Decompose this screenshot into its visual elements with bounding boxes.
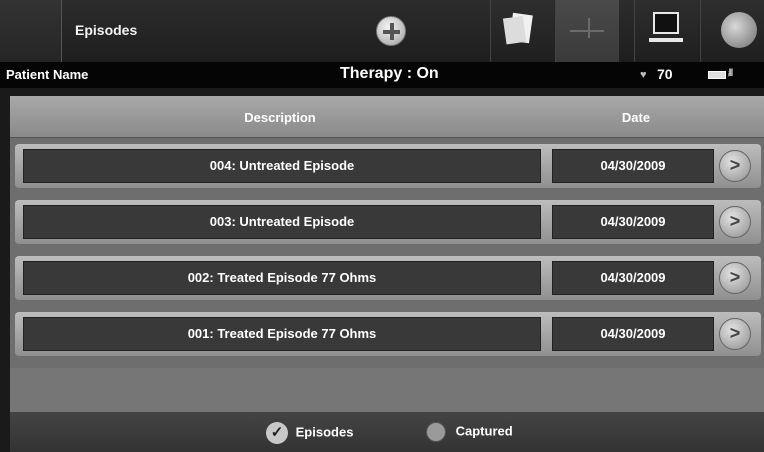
battery-icon bbox=[708, 71, 726, 79]
radio-unchecked-icon[interactable] bbox=[426, 422, 446, 442]
chevron-right-icon[interactable]: > bbox=[719, 150, 751, 182]
menu-area[interactable] bbox=[0, 0, 62, 62]
episode-description[interactable]: 004: Untreated Episode bbox=[23, 149, 541, 183]
signal-icon: ᵢlll bbox=[728, 68, 733, 79]
table-row[interactable]: 001: Treated Episode 77 Ohms 04/30/2009 … bbox=[15, 312, 761, 356]
computer-icon bbox=[649, 12, 683, 42]
top-bar: Episodes bbox=[0, 0, 764, 62]
table-row[interactable]: 003: Untreated Episode 04/30/2009 > bbox=[15, 200, 761, 244]
column-description: Description bbox=[244, 110, 316, 125]
episodes-filter[interactable]: ✓ Episodes bbox=[266, 422, 353, 444]
episode-date[interactable]: 04/30/2009 bbox=[552, 261, 714, 295]
chevron-right-icon[interactable]: > bbox=[719, 318, 751, 350]
empty-list-area bbox=[10, 368, 764, 412]
notes-button[interactable] bbox=[490, 0, 554, 62]
checkmark-icon[interactable]: ✓ bbox=[266, 422, 288, 444]
plus-circle-icon[interactable] bbox=[376, 16, 406, 46]
ecg-icon bbox=[570, 18, 604, 38]
patient-name: Patient Name bbox=[6, 67, 89, 82]
episodes-panel: Description Date 004: Untreated Episode … bbox=[10, 96, 764, 452]
heart-rate: 70 bbox=[657, 66, 673, 82]
page-title: Episodes bbox=[75, 22, 138, 38]
episode-date[interactable]: 04/30/2009 bbox=[552, 149, 714, 183]
captured-filter-label: Captured bbox=[455, 423, 513, 439]
chevron-right-icon[interactable]: > bbox=[719, 206, 751, 238]
table-header: Description Date bbox=[10, 96, 764, 138]
heart-icon: ♥ bbox=[640, 69, 647, 81]
episode-date[interactable]: 04/30/2009 bbox=[552, 317, 714, 351]
table-row[interactable]: 004: Untreated Episode 04/30/2009 > bbox=[15, 144, 761, 188]
captured-filter[interactable]: Captured bbox=[426, 422, 513, 442]
table-row[interactable]: 002: Treated Episode 77 Ohms 04/30/2009 … bbox=[15, 256, 761, 300]
pulse-generator-icon bbox=[721, 12, 757, 48]
patient-status-bar: Patient Name Therapy : On ♥ 70 ᵢlll bbox=[0, 62, 764, 88]
column-date: Date bbox=[621, 110, 651, 125]
episodes-filter-label: Episodes bbox=[295, 424, 354, 440]
computer-button[interactable] bbox=[634, 0, 698, 62]
notes-icon bbox=[509, 12, 533, 44]
ecg-button[interactable] bbox=[555, 0, 619, 62]
episode-description[interactable]: 001: Treated Episode 77 Ohms bbox=[23, 317, 541, 351]
episode-description[interactable]: 002: Treated Episode 77 Ohms bbox=[23, 261, 541, 295]
chevron-right-icon[interactable]: > bbox=[719, 262, 751, 294]
episode-description[interactable]: 003: Untreated Episode bbox=[23, 205, 541, 239]
generator-button[interactable] bbox=[700, 0, 764, 62]
filter-bar: ✓ Episodes Captured bbox=[10, 412, 764, 452]
therapy-status: Therapy : On bbox=[340, 65, 439, 82]
episode-date[interactable]: 04/30/2009 bbox=[552, 205, 714, 239]
